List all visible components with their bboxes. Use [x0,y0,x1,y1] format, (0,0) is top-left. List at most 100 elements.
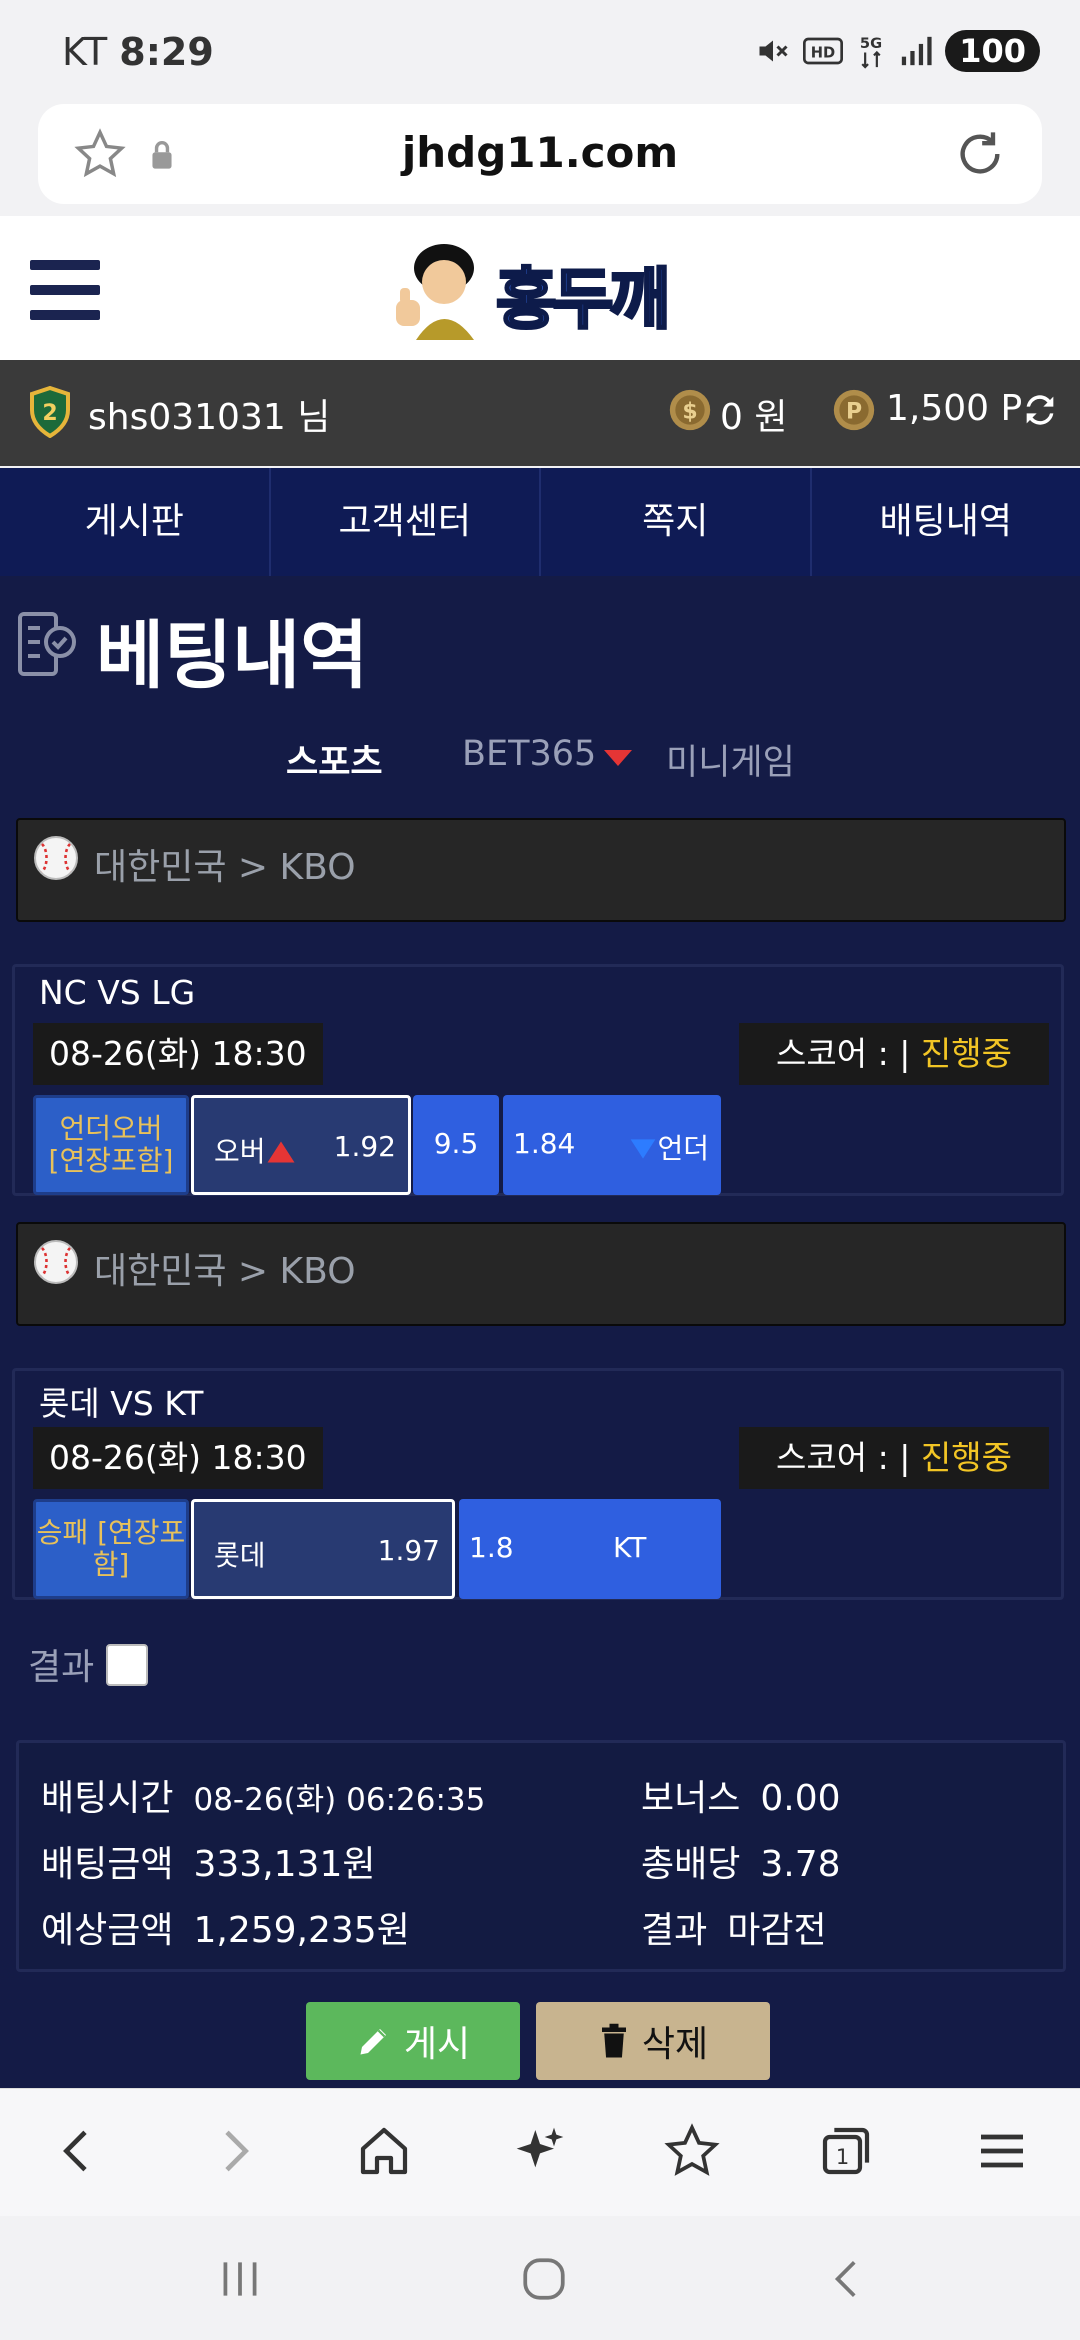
result-filter-label: 결과 [28,1647,95,1688]
home-icon[interactable] [356,2121,412,2181]
over-label: 오버 [214,1130,296,1170]
carrier: KT [62,30,108,74]
odds-home-selected[interactable]: 롯데 1.97 [191,1499,455,1599]
signal-icon [902,36,932,66]
score-label: 스코어 : | [776,1034,911,1073]
5g-icon: 5G [860,35,882,69]
handicap-line: 9.5 [413,1095,499,1195]
page-title: 베팅내역 [96,613,369,699]
home-button-icon[interactable] [516,2254,572,2304]
tab-minigame[interactable]: 미니게임 [666,734,795,785]
bet-game: NC VS LG 08-26(화) 18:30 스코어 : | 진행중 언더오버… [12,964,1064,1196]
point-balance: 1,500 P [886,388,1023,429]
odds-over-selected[interactable]: 오버 1.92 [191,1095,411,1195]
match-time: 08-26(화) 18:30 [33,1427,323,1489]
odds-away[interactable]: 1.8 KT [459,1499,721,1599]
logo-character-icon [396,244,474,340]
post-label: 게시 [403,2024,471,2065]
post-button[interactable]: 게시 [306,2002,520,2080]
nav-messages[interactable]: 쪽지 [541,468,812,576]
main-nav: 게시판 고객센터 쪽지 배팅내역 [0,468,1080,576]
level-shield-icon: 2 [30,386,70,438]
nav-customer-center[interactable]: 고객센터 [271,468,541,576]
svg-text:HD: HD [811,45,835,62]
match-score: 스코어 : | 진행중 [739,1427,1049,1489]
browser-toolbar: 1 [0,2088,1080,2216]
result-checkbox[interactable] [106,1644,148,1686]
site-header: 홍두깨 [0,216,1080,360]
recent-apps-icon[interactable] [212,2254,268,2304]
svg-text:$: $ [682,399,697,424]
mute-icon [759,40,788,62]
back-icon[interactable] [50,2121,106,2181]
tab-sports[interactable]: 스포츠 [286,734,383,785]
delete-button[interactable]: 삭제 [536,2002,770,2080]
money-coin-icon: $ [669,389,711,431]
site-logo[interactable]: 홍두깨 [386,240,696,340]
hd-icon: HD [803,37,844,65]
nav-betting-history[interactable]: 배팅내역 [812,468,1080,576]
forward-icon[interactable] [206,2121,262,2181]
bet-summary: 배팅시간 08-26(화) 06:26:35 배팅금액 333,131원 예상금액 1… [16,1740,1066,1972]
summary-total-odds: 총배당 3.78 [641,1844,841,1885]
away-odds: 1.8 [469,1531,514,1564]
line-value: 9.5 [433,1127,479,1160]
tab-bet365[interactable]: BET365 [462,734,596,774]
score-label: 스코어 : | [776,1438,911,1477]
nav-board[interactable]: 게시판 [0,468,271,576]
bet-type-line2: [연장포함] [48,1144,174,1177]
refresh-icon[interactable] [1020,390,1060,430]
svg-text:2: 2 [42,401,57,426]
league-name: 대한민국 > KBO [94,847,356,888]
tabs-icon[interactable]: 1 [818,2121,874,2181]
money-balance: 0 원 [720,397,788,438]
reload-icon[interactable] [954,128,1006,180]
checklist-icon [18,612,76,676]
address-bar[interactable]: jhdg11.com [38,104,1042,204]
odds-under[interactable]: 1.84 언더 [503,1095,721,1195]
under-odds: 1.84 [513,1127,576,1160]
point-coin-icon: P [833,389,875,431]
match-status: 진행중 [920,1034,1012,1073]
delete-label: 삭제 [641,2024,709,2065]
trash-icon [601,2023,626,2058]
system-back-icon[interactable] [820,2254,876,2304]
home-odds: 1.97 [377,1534,440,1567]
down-triangle-icon [631,1139,656,1159]
bookmarks-icon[interactable] [664,2121,720,2181]
away-label: KT [613,1531,647,1564]
user-bar: 2 shs031031 님 $ 0 원 P 1,500 P [0,360,1080,466]
up-triangle-icon [267,1141,295,1163]
league-name: 대한민국 > KBO [94,1251,356,1292]
summary-bet-amount: 배팅금액 333,131원 [41,1844,376,1885]
pencil-icon [360,2029,386,2055]
menu-icon[interactable] [30,260,100,320]
match-status: 진행중 [920,1438,1012,1477]
match-score: 스코어 : | 진행중 [739,1023,1049,1085]
league-header: 대한민국 > KBO [16,818,1066,922]
match-time: 08-26(화) 18:30 [33,1023,323,1085]
menu-lines-icon[interactable] [974,2121,1030,2181]
league-header: 대한민국 > KBO [16,1222,1066,1326]
summary-result: 결과 마감전 [641,1910,827,1951]
logo-text: 홍두깨 [494,260,671,340]
battery-icon: 100 [945,30,1040,72]
bet-type: 언더오버 [연장포함] [33,1095,189,1195]
dropdown-arrow-icon[interactable] [604,750,632,766]
clock: 8:29 [119,30,214,74]
home-label: 롯데 [214,1539,266,1572]
summary-bonus: 보너스 0.00 [641,1778,841,1819]
system-nav-bar [0,2216,1080,2340]
svg-text:5G: 5G [860,35,882,52]
sub-tabs: 스포츠 BET365 미니게임 [0,734,1080,794]
svg-text:1: 1 [836,2145,849,2169]
match-title: NC VS LG [39,973,196,1012]
url-text[interactable]: jhdg11.com [38,128,1042,177]
main-content: 베팅내역 스포츠 BET365 미니게임 대한민국 > KBO NC VS LG… [0,576,1080,2088]
status-carrier-time: KT 8:29 [62,30,214,74]
sparkle-icon[interactable] [512,2121,568,2181]
baseball-icon [34,836,78,880]
baseball-icon [34,1240,78,1284]
status-bar: KT 8:29 HD 5G 100 [0,0,1080,100]
bet-type: 승패 [연장포함] [33,1499,189,1599]
